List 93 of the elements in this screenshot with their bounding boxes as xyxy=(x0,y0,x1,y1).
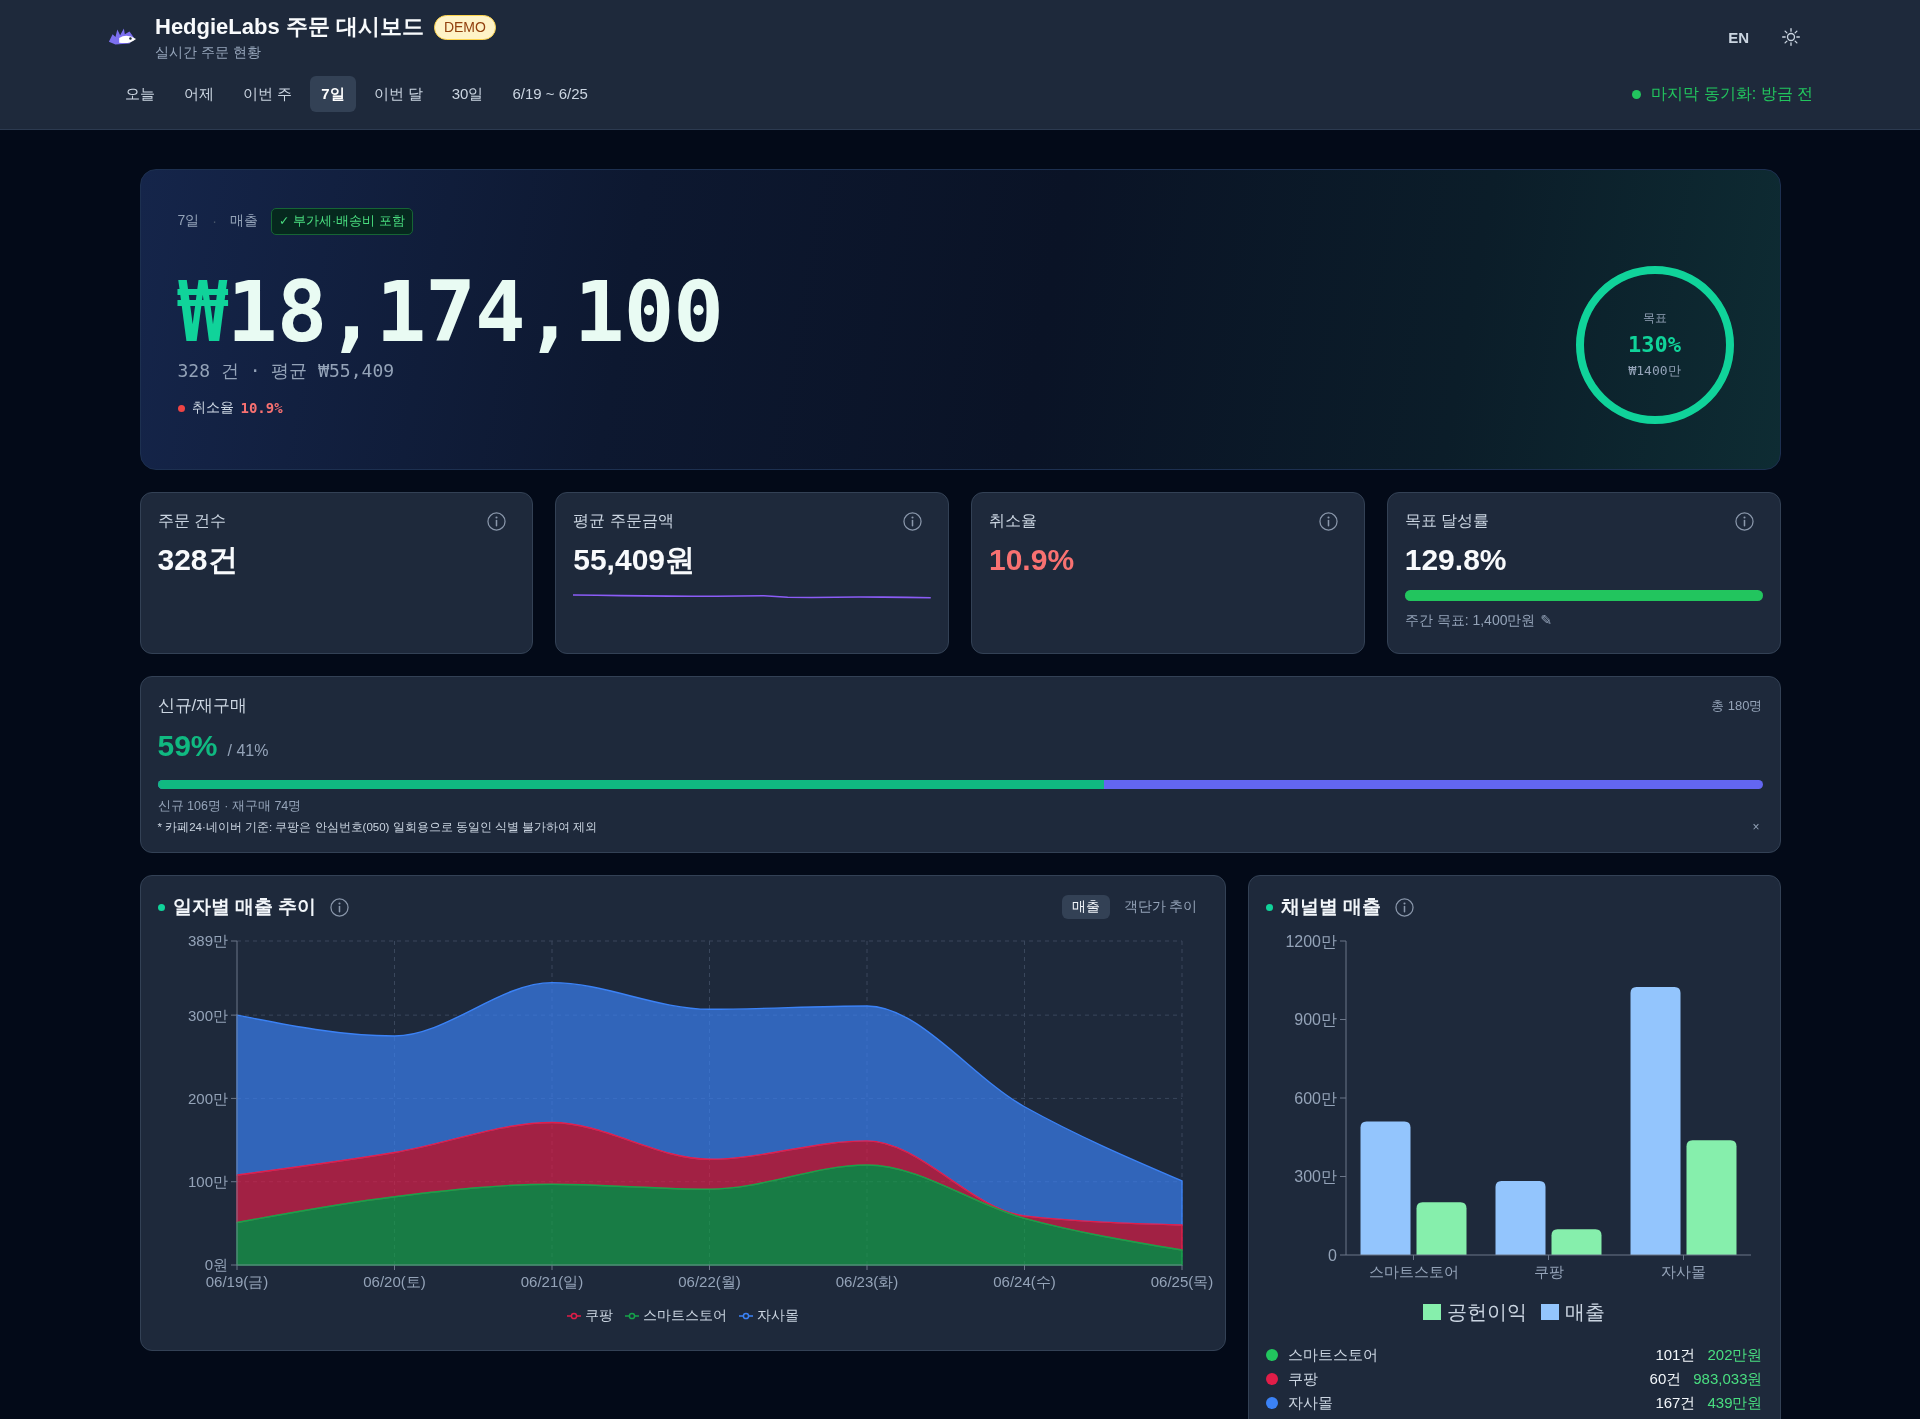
axis-label: 0 xyxy=(1327,1246,1337,1264)
revenue-amount: 18,174,100 xyxy=(227,270,723,354)
goal-target: ₩1400만 xyxy=(1628,363,1681,379)
demo-badge: DEMO xyxy=(433,14,496,40)
axis-label: 자사몰 xyxy=(1660,1263,1706,1280)
order-summary: 328 건 · 평균 ₩55,409 xyxy=(177,360,396,382)
currency-symbol: ₩ xyxy=(177,270,228,354)
cancel-rate: 10.9% xyxy=(240,400,283,416)
view-toggle-tab[interactable]: 객단가 추이 xyxy=(1113,895,1208,919)
channel-name: 쿠팡 xyxy=(1287,1369,1319,1389)
info-icon[interactable] xyxy=(487,511,507,531)
app-subtitle: 실시간 주문 현황 xyxy=(155,43,262,61)
chart-title: 채널별 매출 xyxy=(1280,895,1381,919)
sync-status: 마지막 동기화: 방금 전 xyxy=(1651,83,1813,104)
goal-percent: 130% xyxy=(1628,331,1681,359)
total-count: 총 180명 xyxy=(1711,697,1763,715)
axis-label: 06/19(금) xyxy=(205,1273,268,1290)
close-button[interactable]: × xyxy=(1749,819,1763,835)
axis-label: 300만 xyxy=(1293,1168,1337,1186)
order-count: 167건 xyxy=(1655,1393,1696,1413)
date-tab[interactable]: 이번 주 xyxy=(232,76,304,112)
kpi-label: 주문 건수 xyxy=(157,511,226,531)
new-share: 59% xyxy=(157,729,218,763)
order-count: 60건 xyxy=(1649,1369,1682,1389)
status-dot-icon xyxy=(177,404,185,412)
channel-amount: 983,033원 xyxy=(1693,1369,1763,1389)
axis-label: 389만 xyxy=(187,932,228,950)
kpi-value: 328건 xyxy=(157,544,239,576)
date-tab[interactable]: 7일 xyxy=(310,76,356,112)
axis-label: 300만 xyxy=(187,1006,228,1024)
info-icon[interactable] xyxy=(330,897,350,917)
period-label: 7일 xyxy=(177,212,200,230)
axis-label: 0원 xyxy=(204,1256,228,1274)
axis-label: 쿠팡 xyxy=(1533,1263,1563,1280)
info-icon[interactable] xyxy=(1734,511,1754,531)
date-tab[interactable]: 30일 xyxy=(440,76,495,112)
info-icon[interactable] xyxy=(1318,511,1338,531)
channel-amount: 439만원 xyxy=(1707,1393,1763,1413)
app-title: HedgieLabs 주문 대시보드 xyxy=(155,13,424,41)
kpi-value: 129.8% xyxy=(1404,544,1508,576)
section-title: 신규/재구매 xyxy=(157,696,248,716)
bullet-dot-icon xyxy=(157,903,165,911)
kpi-label: 목표 달성률 xyxy=(1404,511,1490,531)
kpi-value: 55,409원 xyxy=(573,544,696,576)
legend-label: 자사몰 xyxy=(756,1307,799,1325)
tax-included-badge: ✓ 부가세·배송비 포함 xyxy=(270,207,413,235)
axis-label: 06/24(수) xyxy=(992,1273,1056,1290)
date-tab[interactable]: 6/19 ~ 6/25 xyxy=(501,76,599,112)
status-dot-icon xyxy=(1632,89,1642,99)
kpi-value: 10.9% xyxy=(989,544,1076,576)
legend-label: 공헌이익 xyxy=(1447,1299,1527,1325)
order-count: 101건 xyxy=(1655,1345,1696,1365)
view-toggle-tab[interactable]: 매출 xyxy=(1061,895,1110,919)
edit-button[interactable]: ✎ xyxy=(1540,612,1553,628)
repeat-share: / 41% xyxy=(227,742,269,760)
axis-label: 1200만 xyxy=(1284,932,1337,950)
legend-label: 스마트스토어 xyxy=(642,1307,727,1325)
bullet-dot-icon xyxy=(1265,903,1273,911)
axis-label: 06/25(목) xyxy=(1150,1273,1213,1290)
cancel-label: 취소율 xyxy=(191,399,234,417)
kpi-label: 취소율 xyxy=(989,511,1037,531)
axis-label: 06/22(월) xyxy=(677,1273,741,1290)
sun-icon xyxy=(1781,27,1801,47)
info-icon[interactable] xyxy=(1394,897,1414,917)
language-button[interactable]: EN xyxy=(1724,26,1753,48)
axis-label: 200만 xyxy=(187,1089,228,1107)
chart-title: 일자별 매출 추이 xyxy=(172,895,317,919)
channel-name: 자사몰 xyxy=(1287,1393,1334,1413)
axis-label: 06/20(토) xyxy=(362,1273,426,1290)
axis-label: 600만 xyxy=(1293,1089,1337,1107)
axis-label: 스마트스토어 xyxy=(1368,1263,1458,1280)
channel-name: 스마트스토어 xyxy=(1287,1345,1379,1365)
info-icon[interactable] xyxy=(903,511,922,531)
legend-label: 쿠팡 xyxy=(584,1307,613,1325)
metric-label: 매출 xyxy=(229,212,258,230)
date-tab[interactable]: 오늘 xyxy=(114,76,166,112)
axis-label: 100만 xyxy=(187,1173,228,1191)
channel-amount: 202만원 xyxy=(1707,1345,1763,1365)
date-tab[interactable]: 이번 달 xyxy=(362,76,434,112)
meta-separator: · xyxy=(212,213,217,229)
axis-label: 06/23(화) xyxy=(835,1273,898,1290)
axis-label: 06/21(일) xyxy=(520,1273,583,1290)
legend-label: 매출 xyxy=(1565,1299,1605,1325)
goal-note: 주간 목표: 1,400만원 xyxy=(1404,611,1536,629)
chart-bar xyxy=(1551,1229,1601,1255)
kpi-label: 평균 주문금액 xyxy=(573,511,674,531)
breakdown-text: 신규 106명 · 재구매 74명 xyxy=(157,798,303,814)
chart-bar xyxy=(1416,1202,1466,1255)
goal-label: 목표 xyxy=(1642,311,1667,326)
theme-toggle-button[interactable] xyxy=(1781,27,1801,47)
date-tab[interactable]: 어제 xyxy=(173,76,225,112)
axis-label: 900만 xyxy=(1293,1011,1337,1029)
footnote: * 카페24·네이버 기준: 쿠팡은 안심번호(050) 일회용으로 동일인 식별 불가하여 제외 xyxy=(157,820,598,835)
